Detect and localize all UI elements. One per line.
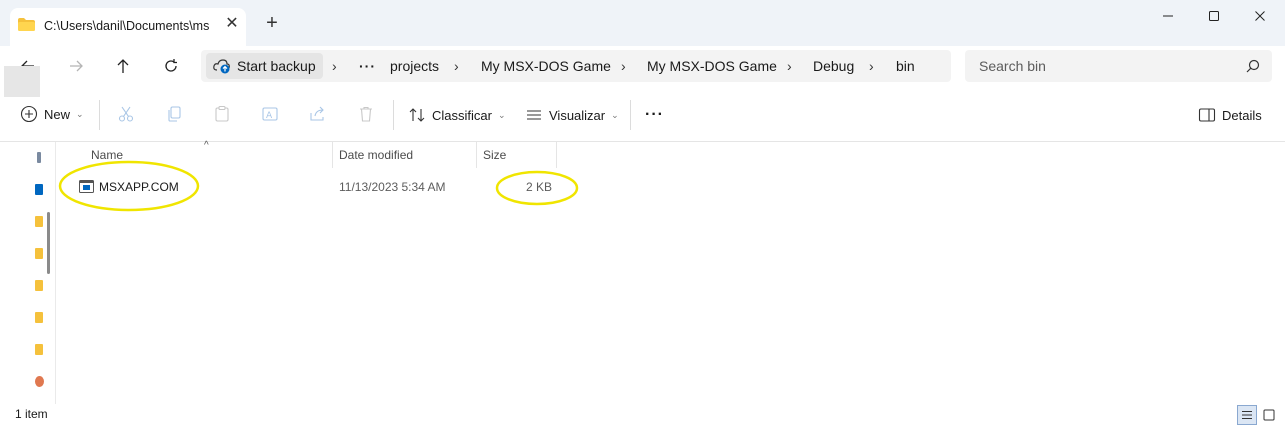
details-pane-icon	[1198, 108, 1216, 122]
paste-button[interactable]	[210, 102, 234, 126]
svg-text:A: A	[266, 111, 273, 121]
cut-button[interactable]	[114, 102, 138, 126]
forward-button[interactable]	[60, 52, 92, 80]
new-label: New	[44, 106, 71, 122]
copy-icon	[168, 106, 181, 122]
view-label: Visualizar	[549, 107, 606, 123]
folder-icon[interactable]	[35, 216, 43, 227]
details-label: Details	[1222, 107, 1262, 123]
breadcrumb-separator: ›	[869, 58, 874, 74]
search-box[interactable]: Search bin	[965, 50, 1272, 82]
refresh-icon	[165, 59, 177, 72]
navigation-pane-scrollbar[interactable]	[47, 212, 50, 274]
search-icon	[1246, 59, 1260, 73]
delete-button[interactable]	[354, 102, 378, 126]
scissors-icon	[118, 106, 134, 122]
column-divider[interactable]	[476, 142, 477, 168]
nav-item-icon[interactable]	[37, 152, 41, 163]
copy-button[interactable]	[162, 102, 186, 126]
pane-divider	[55, 142, 56, 404]
new-button[interactable]: New ⌄	[20, 100, 84, 128]
breadcrumb-msx-dos-game-2[interactable]: My MSX-DOS Game	[647, 58, 777, 74]
folder-icon[interactable]	[35, 280, 43, 291]
chevron-down-icon: ⌄	[497, 109, 506, 120]
breadcrumb-bin[interactable]: bin	[896, 58, 915, 74]
share-button[interactable]	[306, 102, 330, 126]
breadcrumb-projects[interactable]: projects	[390, 58, 439, 74]
plus-circle-icon	[20, 105, 38, 123]
breadcrumb-separator: ›	[332, 58, 337, 74]
more-options-button[interactable]: ···	[645, 101, 664, 129]
breadcrumb-msx-dos-game[interactable]: My MSX-DOS Game	[481, 58, 611, 74]
breadcrumb-separator: ›	[787, 58, 792, 74]
breadcrumb-overflow[interactable]: ···	[359, 58, 376, 74]
file-date-modified: 11/13/2023 5:34 AM	[339, 180, 446, 194]
command-bar	[0, 86, 1285, 142]
up-button[interactable]	[107, 52, 139, 80]
details-view-button[interactable]	[1237, 405, 1257, 425]
clipboard-icon	[215, 105, 229, 122]
cloud-backup-icon	[213, 59, 230, 74]
close-icon	[1255, 11, 1265, 21]
rename-icon: A	[262, 107, 278, 121]
search-input[interactable]: Search bin	[979, 58, 1046, 74]
sort-ascending-icon: ^	[204, 140, 209, 151]
tab-current[interactable]: C:\Users\danil\Documents\ms ✕	[10, 8, 246, 46]
view-icon	[527, 110, 541, 120]
tiles-view-button[interactable]	[1259, 405, 1279, 425]
tab-close-button[interactable]: ✕	[222, 14, 242, 34]
folder-icon	[18, 18, 35, 31]
sort-button[interactable]: Classificar ⌄	[408, 101, 506, 129]
start-backup-label: Start backup	[237, 58, 316, 74]
highlight-oval-filename	[58, 160, 200, 212]
breadcrumb-separator: ›	[454, 58, 459, 74]
folder-icon[interactable]	[35, 248, 43, 259]
view-button[interactable]: Visualizar ⌄	[525, 101, 619, 129]
minimize-button[interactable]	[1145, 0, 1191, 32]
close-window-button[interactable]	[1237, 0, 1283, 32]
navigation-pane-selected-item[interactable]	[4, 66, 40, 97]
toolbar-divider	[393, 100, 394, 130]
highlight-oval-size	[495, 170, 579, 206]
column-header-date-modified[interactable]: Date modified	[339, 148, 413, 162]
sort-label: Classificar	[432, 107, 492, 123]
navigation-bar: Start backup › ··· projects › My MSX-DOS…	[0, 46, 1285, 86]
tiles-view-icon	[1263, 409, 1275, 421]
list-view-icon	[1242, 411, 1252, 419]
tab-title: C:\Users\danil\Documents\ms	[44, 19, 210, 33]
arrow-up-icon	[117, 59, 129, 73]
details-pane-button[interactable]: Details	[1198, 101, 1262, 129]
minimize-icon	[1163, 15, 1173, 17]
address-bar[interactable]: Start backup › ··· projects › My MSX-DOS…	[201, 50, 951, 82]
chevron-down-icon: ⌄	[76, 108, 84, 119]
arrow-right-icon	[70, 60, 83, 72]
folder-icon[interactable]	[35, 312, 43, 323]
new-tab-button[interactable]: +	[260, 12, 284, 36]
share-icon	[310, 106, 324, 121]
status-item-count: 1 item	[15, 407, 48, 421]
nav-item-icon[interactable]	[35, 376, 44, 387]
navigation-pane	[0, 142, 52, 404]
rename-button[interactable]: A	[258, 102, 282, 126]
nav-item-icon[interactable]	[35, 184, 43, 195]
breadcrumb-separator: ›	[621, 58, 626, 74]
breadcrumb-debug[interactable]: Debug	[813, 58, 854, 74]
column-divider[interactable]	[556, 142, 557, 168]
chevron-down-icon: ⌄	[611, 109, 619, 120]
sort-icon	[409, 108, 425, 122]
folder-icon[interactable]	[35, 344, 43, 355]
refresh-button[interactable]	[155, 52, 187, 80]
toolbar-divider	[630, 100, 631, 130]
maximize-button[interactable]	[1191, 0, 1237, 32]
column-divider[interactable]	[332, 142, 333, 168]
title-bar: C:\Users\danil\Documents\ms ✕ +	[0, 0, 1285, 46]
trash-icon	[360, 106, 372, 122]
toolbar-divider	[99, 100, 100, 130]
start-backup-button[interactable]: Start backup	[206, 53, 323, 79]
column-header-size[interactable]: Size	[483, 148, 506, 162]
maximize-icon	[1209, 11, 1219, 21]
